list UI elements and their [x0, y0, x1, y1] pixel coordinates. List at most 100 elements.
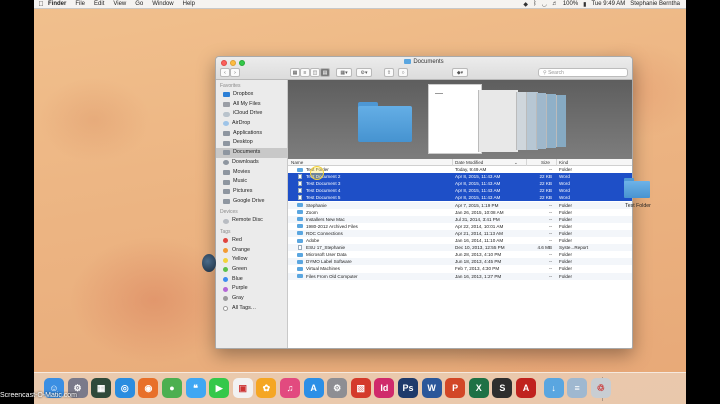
sidebar-item-icloud-drive[interactable]: iCloud Drive: [216, 109, 287, 119]
sidebar-item-applications[interactable]: Applications: [216, 129, 287, 139]
dock-word-icon[interactable]: W: [421, 378, 442, 398]
help-menu[interactable]: Help: [183, 1, 195, 7]
dock-calendar-icon[interactable]: ▣: [232, 378, 253, 398]
name-column-header[interactable]: Name: [291, 160, 303, 165]
document-preview-stack[interactable]: [478, 90, 518, 152]
battery-percentage[interactable]: 100%: [563, 1, 578, 7]
sidebar-item-airdrop[interactable]: AirDrop: [216, 119, 287, 129]
table-row[interactable]: Zoom Jan 26, 2015, 10:08 AM -- Folder: [288, 209, 632, 216]
table-row[interactable]: Virtual Machines Feb 7, 2013, 4:30 PM -- Fo…: [288, 265, 632, 272]
action-button[interactable]: ⚙▾: [356, 68, 372, 77]
forward-button[interactable]: ›: [230, 68, 240, 77]
table-row[interactable]: Adobe Jan 16, 2014, 11:10 AM -- Folder: [288, 237, 632, 244]
title-bar[interactable]: Documents ‹ › ▦ ≡ ◫ ▤ ▦▾ ⚙▾ ⇧ ○ ◆▾ ⚲ Sea…: [216, 57, 632, 80]
column-view-button[interactable]: ◫: [310, 68, 320, 77]
desktop-folder-label[interactable]: Test Folder: [616, 203, 660, 209]
dock-indesign-icon[interactable]: Id: [374, 378, 395, 398]
folder-preview-icon[interactable]: [358, 102, 412, 142]
sidebar-item-google-drive[interactable]: Google Drive: [216, 197, 287, 207]
sidebar-item-remote-disc[interactable]: Remote Disc: [216, 216, 287, 226]
icon-view-button[interactable]: ▦: [290, 68, 300, 77]
table-row[interactable]: Test Document 4 Apr 8, 2015, 11:43 AM 22 K…: [288, 187, 632, 195]
dock-photoshop-icon[interactable]: Ps: [398, 378, 418, 398]
sidebar-item-downloads[interactable]: Downloads: [216, 158, 287, 168]
sidebar-tag-yellow[interactable]: Yellow: [216, 255, 287, 265]
dock-photos-icon[interactable]: ✿: [256, 378, 277, 398]
dock-downloads-stack-icon[interactable]: ↓: [543, 378, 564, 398]
dock-sdm-icon[interactable]: S: [492, 378, 513, 398]
sidebar-item-desktop[interactable]: Desktop: [216, 138, 287, 148]
dock-mission-control-icon[interactable]: ▦: [91, 378, 112, 398]
bluetooth-icon[interactable]: ᛒ: [533, 1, 537, 7]
sidebar-tag-green[interactable]: Green: [216, 265, 287, 275]
clock[interactable]: Tue 9:49 AM: [591, 1, 625, 7]
sidebar-tag-red[interactable]: Red: [216, 236, 287, 246]
dock-messages-icon[interactable]: ❝: [185, 378, 206, 398]
app-menu[interactable]: Finder: [48, 1, 66, 7]
user-menu[interactable]: Stephanie Berntha: [630, 1, 680, 7]
table-row[interactable]: ESU 17_Stephanie Dec 10, 2013, 12:55 PM 4.…: [288, 244, 632, 252]
view-menu[interactable]: View: [113, 1, 126, 7]
dropbox-button[interactable]: ◆▾: [452, 68, 468, 77]
file-menu[interactable]: File: [75, 1, 85, 7]
dock-itunes-icon[interactable]: ♫: [280, 378, 300, 398]
sidebar-tag-orange[interactable]: Orange: [216, 246, 287, 256]
sidebar-tag-gray[interactable]: Gray: [216, 294, 287, 304]
sidebar-item-all-my-files[interactable]: All My Files: [216, 100, 287, 110]
dock-app-store-icon[interactable]: A: [303, 378, 324, 398]
dock-firefox-icon[interactable]: ◉: [138, 378, 159, 398]
tags-button[interactable]: ○: [398, 68, 408, 77]
dock-snagit-icon[interactable]: ▧: [350, 378, 371, 398]
document-preview-stack[interactable]: [546, 94, 556, 148]
dock-facetime-icon[interactable]: ▶: [209, 378, 230, 398]
desktop-folder-icon[interactable]: [624, 178, 650, 198]
dock-excel-icon[interactable]: X: [468, 378, 489, 398]
table-row[interactable]: Stephanie Apr 7, 2015, 1:19 PM -- Folder: [288, 201, 632, 209]
sidebar-item-documents[interactable]: Documents: [216, 148, 287, 158]
arrange-button[interactable]: ▦▾: [336, 68, 352, 77]
table-row[interactable]: Test Document 5 Apr 8, 2015, 11:43 AM 22 K…: [288, 194, 632, 202]
sidebar-tag-all[interactable]: All Tags…: [216, 304, 287, 314]
dock-acrobat-icon[interactable]: A: [516, 378, 536, 398]
window-menu[interactable]: Window: [152, 1, 173, 7]
cover-flow[interactable]: Test Document 2: [288, 80, 632, 159]
date-column-header[interactable]: Date Modified: [455, 160, 483, 165]
sidebar-item-pictures[interactable]: Pictures: [216, 187, 287, 197]
go-menu[interactable]: Go: [135, 1, 143, 7]
dock-safari-icon[interactable]: ◎: [114, 378, 135, 398]
dock-chrome-icon[interactable]: ●: [162, 378, 182, 398]
sidebar-tag-blue[interactable]: Blue: [216, 275, 287, 285]
sidebar-item-dropbox[interactable]: Dropbox: [216, 90, 287, 100]
sidebar-tag-purple[interactable]: Purple: [216, 284, 287, 294]
table-row[interactable]: 1980-2012 Archived Files Apr 22, 2014, 10…: [288, 223, 632, 230]
volume-icon[interactable]: ♬: [552, 1, 558, 7]
list-view-button[interactable]: ≡: [300, 68, 310, 77]
search-field[interactable]: ⚲ Search: [538, 68, 628, 77]
apple-menu-icon[interactable]: : [34, 1, 48, 8]
table-row[interactable]: Installers New Mac Jul 31, 2014, 3:41 PM -…: [288, 215, 632, 223]
kind-column-header[interactable]: Kind: [559, 160, 568, 165]
table-row[interactable]: Microsoft User Data Jun 28, 2013, 4:10 PM…: [288, 251, 632, 258]
table-row[interactable]: Test Document 3 Apr 8, 2015, 11:43 AM 22 K…: [288, 180, 632, 188]
dock-documents-stack-icon[interactable]: ≡: [567, 378, 588, 398]
sidebar-item-music[interactable]: Music: [216, 177, 287, 187]
dock-powerpoint-icon[interactable]: P: [445, 378, 466, 398]
size-column-header[interactable]: Size: [541, 160, 550, 165]
edit-menu[interactable]: Edit: [94, 1, 104, 7]
table-row[interactable]: Test Document 2 Apr 8, 2015, 11:43 AM 22 K…: [288, 173, 632, 181]
cover-flow-button[interactable]: ▤: [320, 68, 330, 77]
table-row[interactable]: RDC Connections Apr 21, 2014, 11:13 AM -- F…: [288, 229, 632, 237]
share-button[interactable]: ⇧: [384, 68, 394, 77]
battery-icon[interactable]: ▮: [583, 1, 586, 8]
table-row[interactable]: Files From Old Computer Jan 16, 2013, 1:2…: [288, 272, 632, 280]
document-preview-stack[interactable]: [556, 95, 566, 147]
dropbox-status-icon[interactable]: ◆: [523, 1, 528, 8]
sidebar-item-movies[interactable]: Movies: [216, 168, 287, 178]
dock-trash-icon[interactable]: ♲: [590, 378, 611, 398]
table-row[interactable]: DYMO Label Software Jun 18, 2013, 4:45 PM…: [288, 258, 632, 266]
wifi-icon[interactable]: ◡: [542, 1, 547, 8]
back-button[interactable]: ‹: [220, 68, 230, 77]
table-row[interactable]: Test Folder Today, 9:49 AM -- Folder: [288, 166, 632, 173]
dock-system-preferences-icon[interactable]: ⚙: [327, 378, 348, 398]
document-preview-stack[interactable]: [536, 93, 546, 149]
